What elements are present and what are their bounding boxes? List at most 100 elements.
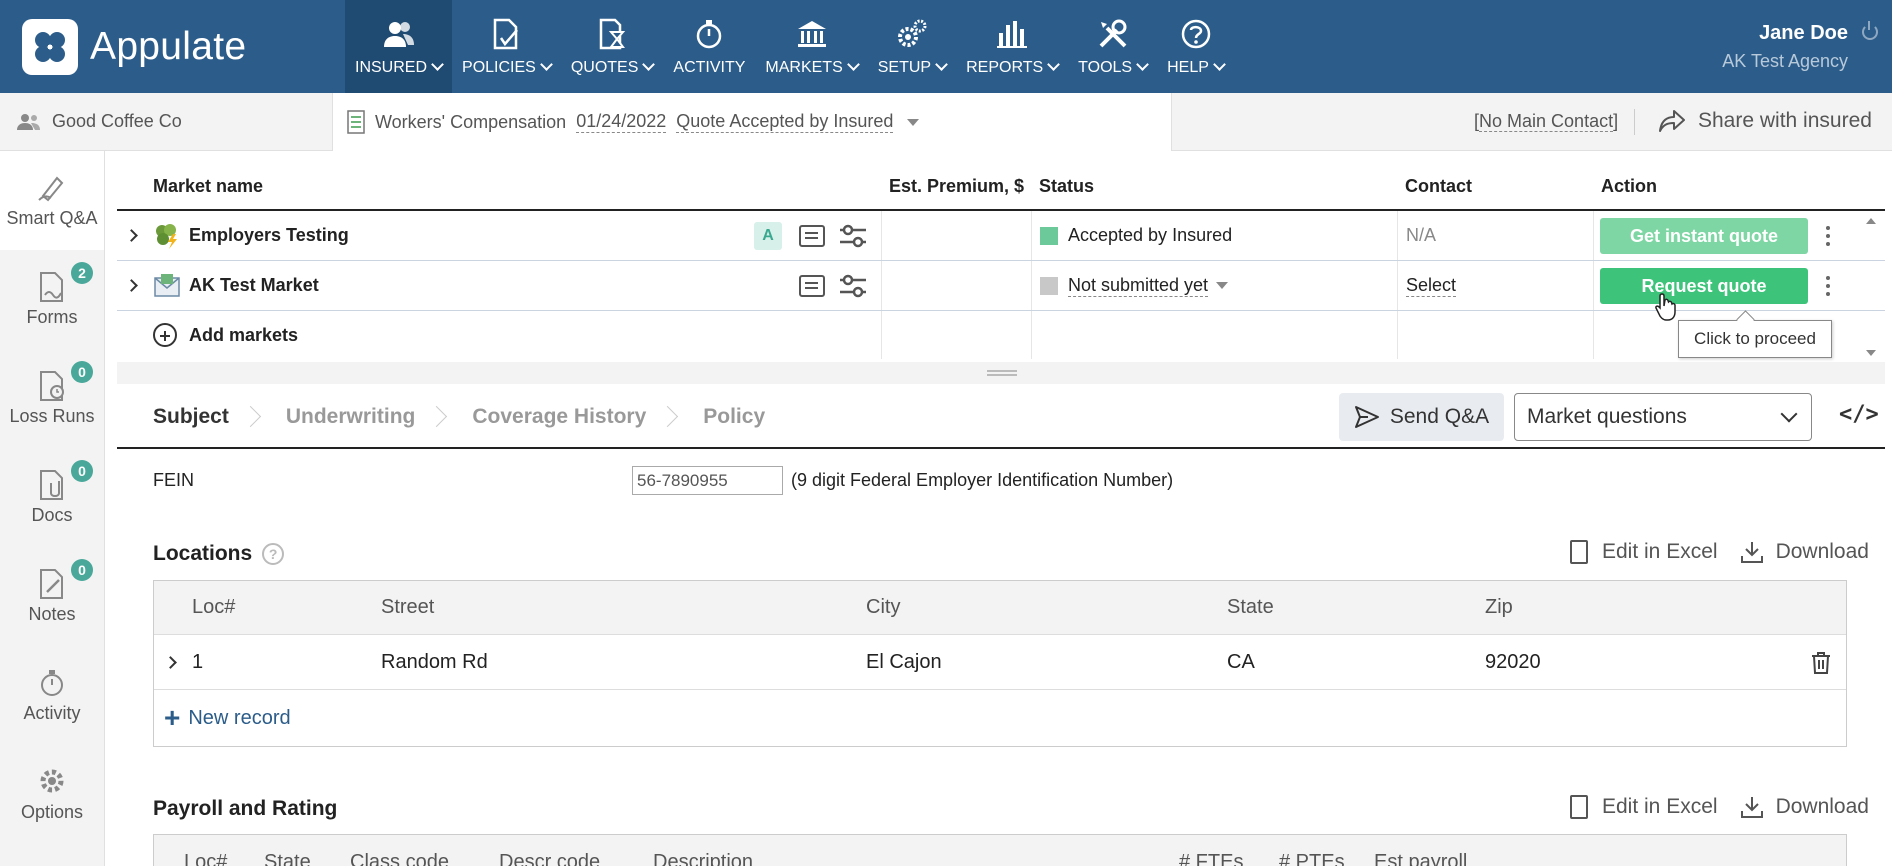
file-icon — [1570, 795, 1588, 819]
market-row-ak-test-market[interactable]: AK Test Market Not submitted yet Select … — [117, 261, 1885, 311]
sidebar-item-options[interactable]: Options — [0, 745, 104, 844]
chat-icon[interactable] — [799, 224, 825, 247]
status-cell: Accepted by Insured — [1031, 211, 1397, 260]
state: CA — [1227, 650, 1255, 673]
nav-label: MARKETS — [765, 59, 857, 77]
request-quote-button[interactable]: Request quote — [1600, 267, 1808, 304]
clover-lightning-icon — [156, 223, 177, 249]
sidebar-item-smart-q-a[interactable]: Smart Q&A — [0, 151, 104, 250]
question-icon — [1179, 17, 1213, 51]
help-question-icon[interactable]: ? — [262, 543, 285, 565]
market-name[interactable]: AK Test Market — [189, 275, 319, 296]
nav-activity[interactable]: ACTIVITY — [663, 0, 755, 93]
locations-tools: Edit in Excel Download — [1548, 540, 1869, 564]
policy-selector[interactable]: Workers' Compensation 01/24/2022 Quote A… — [332, 93, 1172, 151]
nav-markets[interactable]: MARKETS — [755, 0, 867, 93]
nav-insured[interactable]: INSURED — [345, 0, 453, 93]
nav-label: REPORTS — [966, 59, 1058, 77]
status-cell[interactable]: Not submitted yet — [1031, 261, 1397, 310]
new-record-button[interactable]: + New record — [154, 690, 1846, 746]
nav-reports[interactable]: REPORTS — [956, 0, 1068, 93]
sidebar-item-docs[interactable]: Docs 0 — [0, 448, 104, 547]
sliders-icon[interactable] — [839, 273, 867, 299]
plus-icon: + — [164, 702, 181, 733]
main-contact-label: No Main Contact — [1479, 111, 1614, 132]
tab-underwriting[interactable]: Underwriting — [265, 405, 416, 429]
code-view-icon[interactable]: </> — [1839, 402, 1879, 427]
markets-scrollbar[interactable] — [1862, 214, 1880, 360]
tab-coverage-history[interactable]: Coverage History — [451, 405, 646, 429]
count-badge: 0 — [71, 460, 93, 482]
contact-select[interactable]: Select — [1397, 261, 1593, 310]
get-instant-quote-button[interactable]: Get instant quote — [1600, 217, 1808, 254]
loc-number: 1 — [192, 650, 204, 673]
policy-date[interactable]: 01/24/2022 — [576, 111, 667, 133]
main-contact-link[interactable]: [No Main Contact] — [1474, 111, 1618, 132]
nav-help[interactable]: HELP — [1157, 0, 1234, 93]
chevron-down-icon — [1780, 405, 1798, 423]
nav-label: INSURED — [355, 59, 442, 77]
download-button[interactable]: Download — [1740, 540, 1869, 564]
market-questions-select[interactable]: Market questions — [1514, 393, 1812, 441]
col-state: State — [1227, 596, 1274, 618]
sidebar-item-forms[interactable]: Forms 2 — [0, 250, 104, 349]
insured-selector[interactable]: Good Coffee Co — [16, 111, 182, 132]
est-premium — [881, 211, 1031, 260]
sidebar-item-loss-runs[interactable]: Loss Runs 0 — [0, 349, 104, 448]
chat-icon[interactable] — [799, 274, 825, 297]
forms-icon — [37, 271, 67, 303]
pane-splitter-handle[interactable] — [117, 362, 1885, 384]
contact-select-label[interactable]: Select — [1406, 275, 1457, 297]
tab-policy[interactable]: Policy — [682, 405, 765, 429]
nav-label: SETUP — [878, 59, 946, 77]
sidebar-item-activity[interactable]: Activity — [0, 646, 104, 745]
insured-name: Good Coffee Co — [52, 111, 182, 131]
top-navigation-bar: Appulate INSURED POLICIES QUOTES ACTIVITY MA… — [0, 0, 1892, 93]
chevron-right-icon[interactable] — [125, 229, 138, 242]
chevron-down-icon[interactable] — [907, 118, 920, 126]
policy-status[interactable]: Quote Accepted by Insured — [676, 111, 894, 133]
street: Random Rd — [381, 650, 488, 673]
chevron-down-icon[interactable] — [1216, 282, 1229, 289]
hand-cursor-icon — [1655, 293, 1676, 321]
locations-table-header: Loc# Street City State Zip — [154, 581, 1846, 635]
app-logo[interactable]: Appulate — [0, 0, 345, 93]
nav-tools[interactable]: TOOLS — [1068, 0, 1157, 93]
nav-label: HELP — [1167, 59, 1224, 77]
col-contact[interactable]: Contact — [1397, 163, 1593, 209]
count-badge: 0 — [71, 361, 93, 383]
market-name[interactable]: Employers Testing — [189, 225, 349, 246]
bar-chart-icon — [995, 17, 1029, 51]
chevron-right-icon[interactable] — [125, 279, 138, 292]
payroll-col-header: State — [264, 851, 311, 866]
tab-subject[interactable]: Subject — [153, 405, 229, 429]
edit-in-excel-button[interactable]: Edit in Excel — [1570, 795, 1718, 819]
add-markets-button[interactable]: Add markets — [153, 323, 298, 347]
status-dropdown[interactable]: Not submitted yet — [1068, 275, 1209, 297]
nav-setup[interactable]: SETUP — [868, 0, 956, 93]
payroll-title: Payroll and Rating — [153, 797, 338, 820]
sidebar-item-notes[interactable]: Notes 0 — [0, 547, 104, 646]
download-button[interactable]: Download — [1740, 795, 1869, 819]
activity-icon — [37, 667, 67, 699]
market-row-employers-testing[interactable]: Employers Testing A Accepted by Insured … — [117, 211, 1885, 261]
trash-icon[interactable] — [1810, 651, 1832, 675]
col-status[interactable]: Status — [1031, 163, 1397, 209]
user-block[interactable]: Jane Doe AK Test Agency — [1722, 0, 1892, 93]
edit-in-excel-button[interactable]: Edit in Excel — [1570, 540, 1718, 564]
fein-input[interactable] — [632, 466, 783, 495]
sliders-icon[interactable] — [839, 223, 867, 249]
download-icon — [1740, 797, 1763, 818]
table-row[interactable]: 1 Random Rd El Cajon CA 92020 — [154, 635, 1846, 690]
nav-policies[interactable]: POLICIES — [452, 0, 561, 93]
col-market-name[interactable]: Market name — [117, 163, 881, 209]
kebab-menu-icon[interactable] — [1826, 233, 1830, 238]
share-with-insured-button[interactable]: Share with insured — [1658, 109, 1872, 133]
nav-quotes[interactable]: QUOTES — [561, 0, 664, 93]
power-icon[interactable] — [1862, 21, 1878, 40]
count-badge: 0 — [71, 559, 93, 581]
kebab-menu-icon[interactable] — [1826, 283, 1830, 288]
col-est-premium[interactable]: Est. Premium, $ — [881, 163, 1031, 209]
send-qa-button[interactable]: Send Q&A — [1339, 393, 1504, 441]
policy-type: Workers' Compensation — [375, 111, 567, 132]
